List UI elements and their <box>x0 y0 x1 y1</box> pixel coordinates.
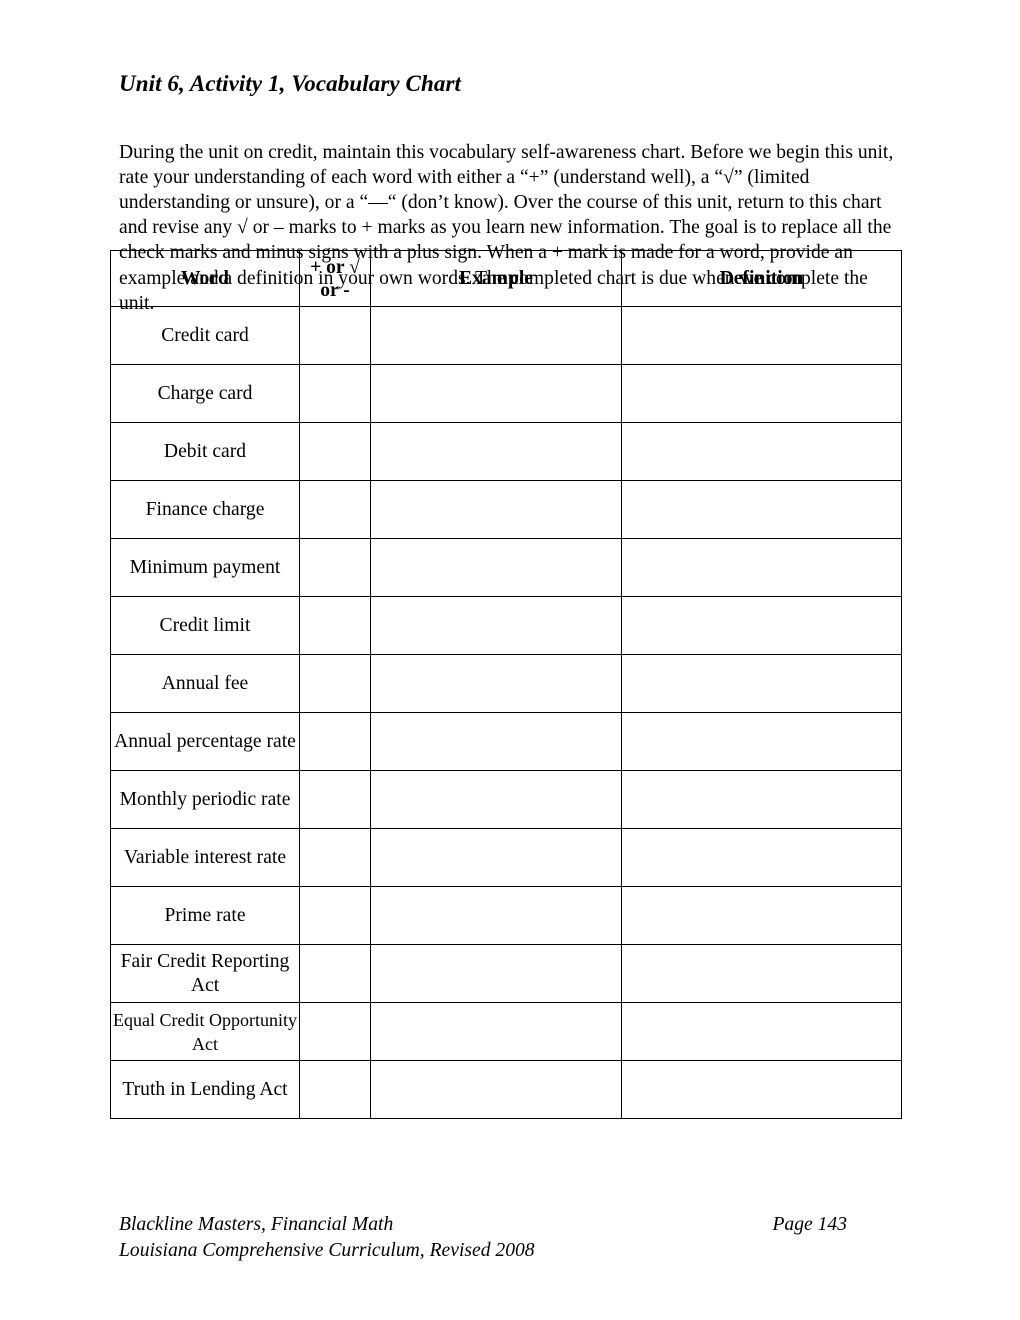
cell-mark-input[interactable] <box>299 1060 371 1119</box>
cell-mark-input[interactable] <box>299 654 371 713</box>
table-row: Charge card <box>110 364 902 423</box>
column-header-mark-line2: or - <box>320 279 350 301</box>
page-footer: Blackline Masters, Financial Math Page 1… <box>119 1212 903 1263</box>
cell-definition-input[interactable] <box>621 538 902 597</box>
table-row: Debit card <box>110 422 902 481</box>
cell-word: Fair Credit Reporting Act <box>110 944 300 1003</box>
cell-mark-input[interactable] <box>299 944 371 1003</box>
page-title: Unit 6, Activity 1, Vocabulary Chart <box>119 71 462 97</box>
document-page: Unit 6, Activity 1, Vocabulary Chart Dur… <box>0 0 1020 1320</box>
cell-mark-input[interactable] <box>299 1002 371 1061</box>
cell-definition-input[interactable] <box>621 1002 902 1061</box>
cell-word: Credit card <box>110 306 300 365</box>
cell-example-input[interactable] <box>370 944 622 1003</box>
cell-word: Credit limit <box>110 596 300 655</box>
column-header-word: Word <box>110 250 300 307</box>
cell-example-input[interactable] <box>370 364 622 423</box>
cell-example-input[interactable] <box>370 712 622 771</box>
cell-example-input[interactable] <box>370 538 622 597</box>
cell-definition-input[interactable] <box>621 306 902 365</box>
cell-mark-input[interactable] <box>299 480 371 539</box>
cell-mark-input[interactable] <box>299 886 371 945</box>
footer-line-2-row: Louisiana Comprehensive Curriculum, Revi… <box>119 1238 903 1264</box>
cell-word: Variable interest rate <box>110 828 300 887</box>
cell-mark-input[interactable] <box>299 596 371 655</box>
cell-definition-input[interactable] <box>621 654 902 713</box>
cell-example-input[interactable] <box>370 654 622 713</box>
column-header-mark: + or √ or - <box>299 250 371 307</box>
footer-curriculum-line: Louisiana Comprehensive Curriculum, Revi… <box>119 1239 535 1261</box>
cell-mark-input[interactable] <box>299 306 371 365</box>
cell-definition-input[interactable] <box>621 364 902 423</box>
table-row: Minimum payment <box>110 538 902 597</box>
cell-definition-input[interactable] <box>621 480 902 539</box>
cell-definition-input[interactable] <box>621 1060 902 1119</box>
cell-mark-input[interactable] <box>299 364 371 423</box>
cell-definition-input[interactable] <box>621 712 902 771</box>
cell-example-input[interactable] <box>370 480 622 539</box>
cell-word: Annual fee <box>110 654 300 713</box>
cell-word: Charge card <box>110 364 300 423</box>
column-header-definition: Definition <box>621 250 902 307</box>
table-row: Variable interest rate <box>110 828 902 887</box>
cell-mark-input[interactable] <box>299 538 371 597</box>
table-row: Credit limit <box>110 596 902 655</box>
cell-example-input[interactable] <box>370 422 622 481</box>
table-row: Truth in Lending Act <box>110 1060 902 1119</box>
cell-example-input[interactable] <box>370 770 622 829</box>
table-row: Fair Credit Reporting Act <box>110 944 902 1003</box>
cell-mark-input[interactable] <box>299 712 371 771</box>
cell-definition-input[interactable] <box>621 770 902 829</box>
table-row: Monthly periodic rate <box>110 770 902 829</box>
table-row: Annual percentage rate <box>110 712 902 771</box>
cell-word: Finance charge <box>110 480 300 539</box>
cell-definition-input[interactable] <box>621 828 902 887</box>
cell-word: Debit card <box>110 422 300 481</box>
table-body: Credit card Charge card Debit card Finance … <box>110 306 902 1119</box>
table-header: Word + or √ or - Example Definition <box>110 250 902 307</box>
cell-example-input[interactable] <box>370 596 622 655</box>
cell-example-input[interactable] <box>370 306 622 365</box>
column-header-mark-line1: + or √ <box>310 256 360 278</box>
cell-word: Annual percentage rate <box>110 712 300 771</box>
table-row: Credit card <box>110 306 902 365</box>
cell-definition-input[interactable] <box>621 944 902 1003</box>
table-row: Prime rate <box>110 886 902 945</box>
cell-example-input[interactable] <box>370 828 622 887</box>
cell-mark-input[interactable] <box>299 422 371 481</box>
cell-example-input[interactable] <box>370 1060 622 1119</box>
cell-definition-input[interactable] <box>621 422 902 481</box>
table-row: Equal Credit Opportunity Act <box>110 1002 902 1061</box>
footer-page-number: Page 143 <box>772 1214 847 1235</box>
cell-example-input[interactable] <box>370 886 622 945</box>
table-row: Annual fee <box>110 654 902 713</box>
cell-word: Prime rate <box>110 886 300 945</box>
footer-line-1-row: Blackline Masters, Financial Math Page 1… <box>119 1212 903 1238</box>
table-row: Finance charge <box>110 480 902 539</box>
cell-definition-input[interactable] <box>621 886 902 945</box>
cell-word: Equal Credit Opportunity Act <box>110 1002 300 1061</box>
cell-word: Monthly periodic rate <box>110 770 300 829</box>
cell-definition-input[interactable] <box>621 596 902 655</box>
cell-example-input[interactable] <box>370 1002 622 1061</box>
vocabulary-chart-table: Word + or √ or - Example Definition Cred… <box>110 250 902 1119</box>
cell-mark-input[interactable] <box>299 828 371 887</box>
footer-source-line: Blackline Masters, Financial Math <box>119 1214 394 1235</box>
cell-word: Minimum payment <box>110 538 300 597</box>
cell-mark-input[interactable] <box>299 770 371 829</box>
cell-word: Truth in Lending Act <box>110 1060 300 1119</box>
column-header-example: Example <box>370 250 622 307</box>
table-header-row: Word + or √ or - Example Definition <box>110 250 902 307</box>
